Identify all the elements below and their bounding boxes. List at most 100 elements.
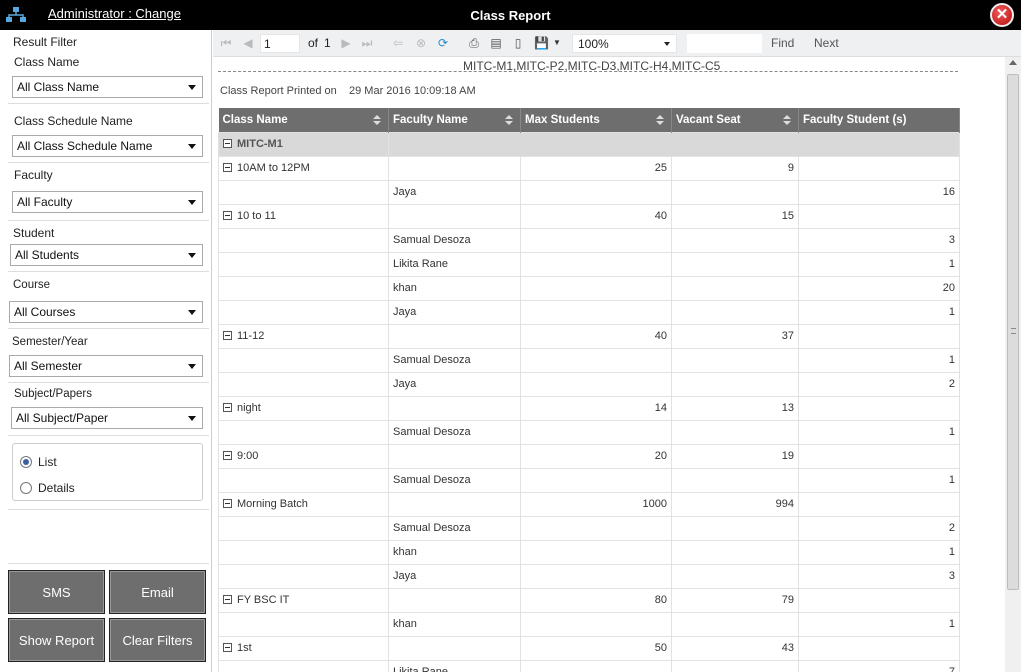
vacant-seat-cell: 9 [671,155,799,181]
faculty-student-count-cell: 2 [798,515,960,541]
schedule-row: 1st 50 43 [218,635,960,661]
zoom-select[interactable]: 100% [572,34,677,53]
vacant-seat-cell: 19 [671,443,799,469]
page-setup-icon[interactable]: ▯ [511,36,525,50]
sort-icon[interactable] [656,115,664,125]
faculty-name-cell: Jaya [388,179,521,205]
stop-icon[interactable]: ⊗ [414,36,428,50]
col-header-vacant-seat[interactable]: Vacant Seat [671,108,799,132]
collapse-icon[interactable] [223,451,232,460]
first-page-icon[interactable]: ⏮ [219,36,233,50]
window-title: Class Report [470,8,551,23]
faculty-name-cell: khan [388,539,521,565]
export-icon[interactable]: 💾 [534,36,549,50]
faculty-student-count-cell: 1 [798,251,960,277]
page-of-label: of [308,36,319,50]
faculty-name-cell: Jaya [388,299,521,325]
title-bar: Administrator : Change Class Report ✕ [0,0,1021,30]
faculty-name-cell: Likita Rane [388,251,521,277]
sort-icon[interactable] [373,115,381,125]
semester-select[interactable]: All Semester [9,355,203,377]
faculty-row: Likita Rane 7 [218,659,960,672]
class-schedule-name-select[interactable]: All Class Schedule Name [12,135,203,157]
col-header-faculty-name[interactable]: Faculty Name [388,108,521,132]
page-number-input[interactable]: 1 [260,34,300,53]
next-page-icon[interactable]: ▶ [339,36,353,50]
faculty-student-count-cell: 3 [798,227,960,253]
filter-sidebar: Result Filter Class Name All Class Name … [0,30,212,672]
report-viewer: MITC-M1,MITC-P2,MITC-D3,MITC-H4,MITC-C5 … [213,57,1005,672]
sort-icon[interactable] [505,115,513,125]
student-label: Student [13,226,55,240]
faculty-name-cell: Samual Desoza [388,419,521,445]
schedule-cell: 1st [218,635,389,661]
schedule-cell: Morning Batch [218,491,389,517]
vacant-seat-cell: 13 [671,395,799,421]
back-icon[interactable]: ⇦ [391,36,405,50]
collapse-icon[interactable] [223,211,232,220]
list-radio-label[interactable]: List [38,455,57,469]
scroll-up-icon[interactable] [1009,60,1017,65]
list-radio[interactable] [20,456,32,468]
sort-icon[interactable] [783,115,791,125]
vacant-seat-cell: 43 [671,635,799,661]
show-report-button[interactable]: Show Report [8,618,105,662]
vertical-scrollbar[interactable] [1005,57,1021,672]
vacant-seat-cell: 15 [671,203,799,229]
sms-button[interactable]: SMS [8,570,105,614]
find-link[interactable]: Find [771,36,794,50]
faculty-select[interactable]: All Faculty [12,191,203,213]
schedule-row: Morning Batch 1000 994 [218,491,960,517]
details-radio-label[interactable]: Details [38,481,75,495]
collapse-icon[interactable] [223,139,232,148]
dashed-divider [218,71,958,72]
last-page-icon[interactable]: ⏭ [360,36,374,50]
group-row: MITC-M1 [218,131,960,157]
faculty-name-cell: Samual Desoza [388,467,521,493]
faculty-row: Jaya 3 [218,563,960,589]
schedule-cell: 9:00 [218,443,389,469]
faculty-name-cell: Jaya [388,371,521,397]
vacant-seat-cell: 37 [671,323,799,349]
faculty-name-cell: Samual Desoza [388,227,521,253]
max-students-cell: 40 [520,323,672,349]
max-students-cell: 25 [520,155,672,181]
collapse-icon[interactable] [223,643,232,652]
print-icon[interactable]: ⎙ [467,36,481,50]
schedule-cell: night [218,395,389,421]
subject-paper-select[interactable]: All Subject/Paper [11,407,203,429]
faculty-row: Samual Desoza 1 [218,347,960,373]
previous-page-icon[interactable]: ◀ [241,36,255,50]
collapse-icon[interactable] [223,595,232,604]
col-header-faculty-students[interactable]: Faculty Student (s) [798,108,960,132]
faculty-name-cell: Samual Desoza [388,347,521,373]
email-button[interactable]: Email [109,570,206,614]
details-radio[interactable] [20,482,32,494]
page-total: 1 [324,36,331,50]
printed-on: Class Report Printed on 29 Mar 2016 10:0… [220,85,476,97]
col-header-max-students[interactable]: Max Students [520,108,672,132]
faculty-name-cell: Likita Rane [388,659,521,672]
next-link[interactable]: Next [814,36,839,50]
max-students-cell: 80 [520,587,672,613]
collapse-icon[interactable] [223,163,232,172]
refresh-icon[interactable]: ⟳ [436,36,450,50]
scroll-thumb[interactable] [1007,74,1019,590]
class-name-select[interactable]: All Class Name [12,76,203,98]
find-input[interactable] [687,34,762,53]
collapse-icon[interactable] [223,403,232,412]
faculty-student-count-cell: 16 [798,179,960,205]
max-students-cell: 50 [520,635,672,661]
collapse-icon[interactable] [223,331,232,340]
close-icon[interactable]: ✕ [990,3,1014,27]
faculty-student-count-cell: 2 [798,371,960,397]
student-select[interactable]: All Students [10,244,203,266]
export-dropdown-icon[interactable]: ▼ [550,36,564,50]
course-select[interactable]: All Courses [9,301,203,323]
schedule-row: 10 to 11 40 15 [218,203,960,229]
collapse-icon[interactable] [223,499,232,508]
print-layout-icon[interactable]: ▤ [489,36,503,50]
view-mode-group: List Details [12,443,203,501]
clear-filters-button[interactable]: Clear Filters [109,618,206,662]
col-header-class-name[interactable]: Class Name [218,108,389,132]
